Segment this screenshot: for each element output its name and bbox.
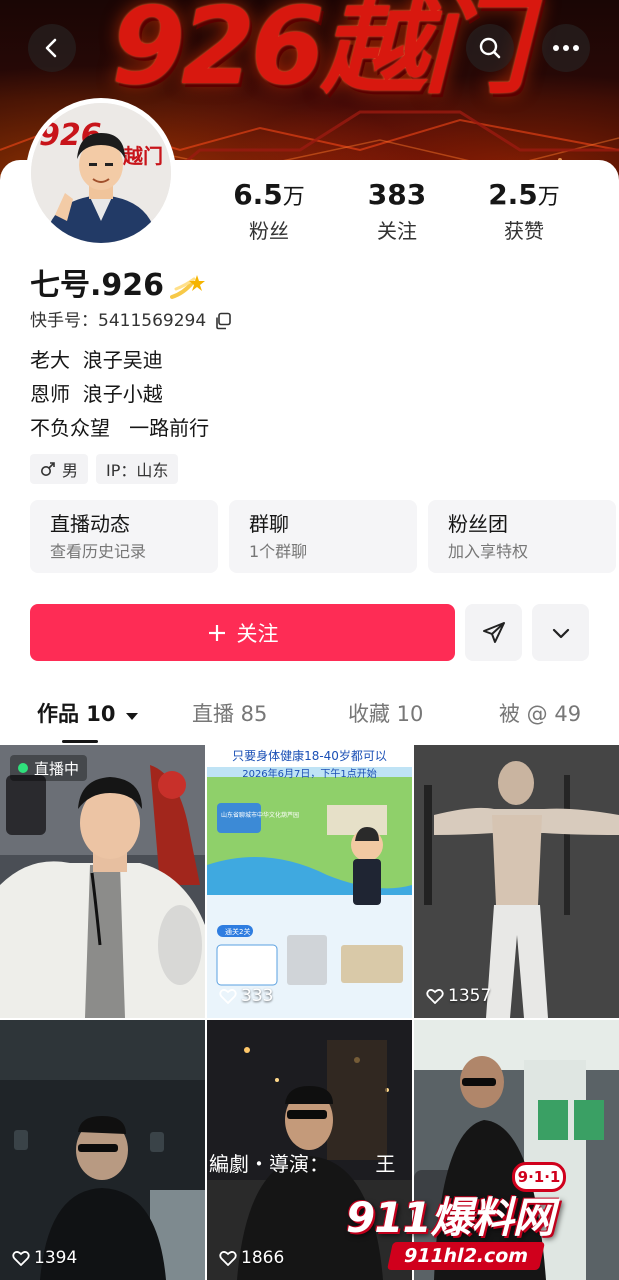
watermark-badge: 9·1·1 (512, 1162, 566, 1192)
bio-line: 恩师 浪子小越 (30, 382, 163, 406)
nickname: 七号.926 (30, 266, 206, 306)
feature-live-history[interactable]: 直播动态 查看历史记录 (30, 500, 218, 573)
heart-icon (426, 988, 444, 1004)
tab-live[interactable]: 直播 85 (192, 694, 267, 734)
gender-tag: 男 (30, 454, 89, 484)
watermark-main-text: 911爆料网 (346, 1193, 555, 1242)
ip-text: IP：山东 (106, 461, 169, 480)
poster-sign: 山东省聊城市中华文化葫芦园 (221, 811, 299, 819)
feature-title: 群聊 (249, 512, 289, 536)
like-count: 333 (219, 986, 273, 1006)
caret-down-icon (125, 713, 138, 720)
comet-emoji-icon (170, 275, 206, 299)
bio-line: 老大 浪子吴迪 (30, 348, 163, 372)
more-button[interactable] (542, 24, 590, 72)
copy-icon[interactable] (214, 312, 232, 330)
tab-mentions[interactable]: 被 @ 49 (499, 694, 581, 734)
video-thumbnail: 通关2关 山东省聊城市中华文化葫芦园 (207, 745, 412, 1018)
video-item[interactable]: 通关2关 山东省聊城市中华文化葫芦园 只要身体健康18-40岁都可以 2026年… (207, 745, 412, 1018)
heart-icon (219, 988, 237, 1004)
nickname-text: 七号.926 (30, 268, 165, 303)
follow-button[interactable]: 关注 (30, 604, 455, 661)
live-badge: 直播中 (10, 755, 88, 781)
share-button[interactable] (465, 604, 522, 661)
follow-button-label: 关注 (236, 621, 279, 646)
stat-followers-unit: 万 (282, 185, 305, 210)
heart-icon (12, 1250, 30, 1266)
tab-label: 收藏 10 (348, 702, 424, 726)
plus-icon (208, 624, 225, 641)
like-count: 1394 (12, 1248, 77, 1268)
tab-label: 被 @ 49 (499, 702, 582, 726)
feature-subtitle: 1个群聊 (249, 542, 308, 561)
feature-title: 粉丝团 (448, 512, 508, 536)
male-icon (41, 462, 55, 476)
watermark-logo: 911爆料网 9·1·1 911hl2.com (336, 1160, 606, 1276)
bio: 老大 浪子吴迪 恩师 浪子小越 不负众望 一路前行 (30, 343, 209, 445)
watermark-url: 911hl2.com (387, 1242, 546, 1270)
video-item[interactable]: 1357 (414, 745, 619, 1018)
search-icon (479, 37, 501, 59)
stat-followers-label: 粉丝 (249, 219, 289, 243)
like-count-text: 1357 (448, 986, 492, 1006)
profile-tags: 男 IP：山东 (30, 454, 179, 484)
video-item[interactable]: 直播中 (0, 745, 205, 1018)
video-item[interactable]: 1394 (0, 1020, 205, 1280)
chevron-down-icon (552, 628, 569, 638)
feature-group-chat[interactable]: 群聊 1个群聊 (229, 500, 417, 573)
ip-tag: IP：山东 (96, 454, 179, 484)
video-thumbnail (0, 1020, 205, 1280)
poster-date: 2026年6月7日，下午1点开始 (242, 769, 377, 780)
live-badge-text: 直播中 (34, 759, 80, 778)
video-thumbnail (0, 745, 205, 1018)
stat-following-value: 383 (367, 178, 427, 211)
avatar[interactable]: 926 越门 (26, 98, 176, 248)
stat-likes-value: 2.5 (488, 178, 538, 211)
tab-works[interactable]: 作品 10 (37, 694, 139, 734)
tab-label: 直播 85 (192, 702, 268, 726)
stat-likes-unit: 万 (537, 185, 560, 210)
stat-following-label: 关注 (377, 219, 417, 243)
stat-following[interactable]: 383 关注 (337, 178, 457, 245)
like-count-text: 1866 (241, 1248, 285, 1268)
expand-button[interactable] (532, 604, 589, 661)
live-dot-icon (18, 763, 28, 773)
active-tab-indicator (62, 740, 98, 743)
poster-stage-label: 通关2关 (225, 927, 250, 936)
gender-text: 男 (62, 461, 79, 480)
feature-cards: 直播动态 查看历史记录 群聊 1个群聊 粉丝团 加入享特权 (30, 500, 616, 573)
chevron-left-icon (45, 38, 57, 58)
more-dots-icon (553, 45, 579, 51)
like-count: 1866 (219, 1248, 284, 1268)
avatar-image: 926 越门 (31, 103, 171, 243)
action-row: 关注 (30, 604, 589, 661)
avatar-logo-text-cn: 越门 (122, 144, 163, 168)
feature-fan-club[interactable]: 粉丝团 加入享特权 (428, 500, 616, 573)
video-caption-text: 編劇・導演： (209, 1152, 329, 1176)
tab-label: 作品 10 (37, 702, 116, 726)
poster-headline: 只要身体健康18-40岁都可以 (207, 745, 412, 767)
video-thumbnail (414, 745, 619, 1018)
content-tabs: 作品 10 直播 85 收藏 10 被 @ 49 (0, 694, 619, 742)
stat-followers-value: 6.5 (233, 178, 283, 211)
like-count-text: 1394 (34, 1248, 78, 1268)
tab-favorites[interactable]: 收藏 10 (348, 694, 423, 734)
feature-subtitle: 加入享特权 (448, 542, 529, 561)
back-button[interactable] (28, 24, 76, 72)
heart-icon (219, 1250, 237, 1266)
bio-line: 不负众望 一路前行 (30, 416, 210, 440)
feature-title: 直播动态 (50, 512, 130, 536)
like-count: 1357 (426, 986, 491, 1006)
account-id-text: 快手号：5411569294 (30, 311, 207, 331)
feature-subtitle: 查看历史记录 (50, 542, 147, 561)
stat-followers[interactable]: 6.5万 粉丝 (209, 178, 329, 245)
search-button[interactable] (466, 24, 514, 72)
account-id[interactable]: 快手号：5411569294 (30, 308, 232, 334)
stat-likes[interactable]: 2.5万 获赞 (464, 178, 584, 245)
like-count-text: 333 (241, 986, 274, 1006)
send-icon (482, 621, 505, 643)
stat-likes-label: 获赞 (504, 219, 544, 243)
